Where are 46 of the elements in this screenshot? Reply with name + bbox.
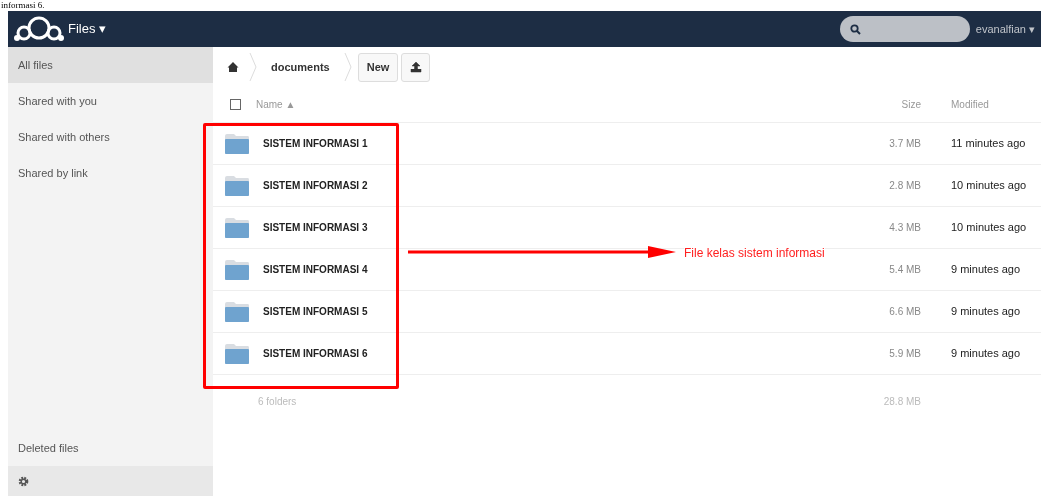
- folder-count: 6 folders: [257, 394, 298, 409]
- folder-icon: [224, 300, 250, 323]
- modified-cell-text: 10 minutes ago: [950, 178, 1028, 194]
- modified-cell-text: 9 minutes ago: [950, 346, 1022, 362]
- folder-name[interactable]: SISTEM INFORMASI 2: [263, 178, 861, 193]
- breadcrumb-separator-icon: [343, 52, 352, 82]
- modified-cell-text: 10 minutes ago: [950, 220, 1028, 236]
- search-icon: [849, 23, 861, 35]
- modified-cell-text: 9 minutes ago: [950, 262, 1022, 278]
- size-cell-text: 2.8 MB: [888, 179, 921, 193]
- folder-name[interactable]: SISTEM INFORMASI 4: [263, 262, 861, 277]
- folder-name[interactable]: SISTEM INFORMASI 3: [263, 220, 861, 235]
- upload-icon: [409, 61, 422, 73]
- breadcrumb-separator-icon: [249, 52, 257, 82]
- size-cell-text: 3.7 MB: [888, 137, 921, 151]
- user-menu-button[interactable]: evanalfian ▾: [975, 20, 1035, 38]
- sidebar-item[interactable]: Deleted files: [8, 430, 213, 466]
- sidebar-item[interactable]: Shared with others: [8, 119, 213, 155]
- modified-cell-text: 9 minutes ago: [950, 304, 1022, 320]
- folder-icon: [224, 174, 250, 197]
- search-field[interactable]: [839, 16, 970, 42]
- folder-name[interactable]: SISTEM INFORMASI 5: [263, 304, 861, 319]
- upload-button[interactable]: [401, 52, 431, 82]
- sidebar-item[interactable]: Shared with you: [8, 83, 213, 119]
- sidebar-item[interactable]: Shared by link: [8, 155, 213, 191]
- folder-name[interactable]: SISTEM INFORMASI 6: [263, 346, 861, 361]
- settings-icon[interactable]: [18, 475, 29, 487]
- size-cell-text: 5.4 MB: [888, 263, 921, 277]
- size-cell-text: 4.3 MB: [888, 221, 921, 235]
- folder-name[interactable]: SISTEM INFORMASI 1: [263, 136, 861, 151]
- folder-icon: [224, 258, 250, 281]
- caption-text: informasi 6.: [1, 0, 45, 11]
- select-all-checkbox[interactable]: [230, 99, 241, 110]
- folder-icon: [224, 342, 250, 365]
- folder-icon: [224, 216, 250, 239]
- total-size: 28.8 MB: [882, 394, 921, 409]
- modified-cell-text: 11 minutes ago: [950, 136, 1027, 152]
- size-cell-text: 6.6 MB: [888, 305, 921, 319]
- home-icon[interactable]: [227, 61, 239, 73]
- new-button[interactable]: New: [357, 52, 399, 82]
- app-menu-button[interactable]: Files ▾: [68, 19, 107, 39]
- folder-icon: [224, 132, 250, 155]
- size-cell-text: 5.9 MB: [888, 347, 921, 361]
- sidebar-item[interactable]: All files: [8, 47, 213, 83]
- cloud-logo-icon: [14, 15, 64, 43]
- breadcrumb-link[interactable]: documents: [267, 58, 334, 76]
